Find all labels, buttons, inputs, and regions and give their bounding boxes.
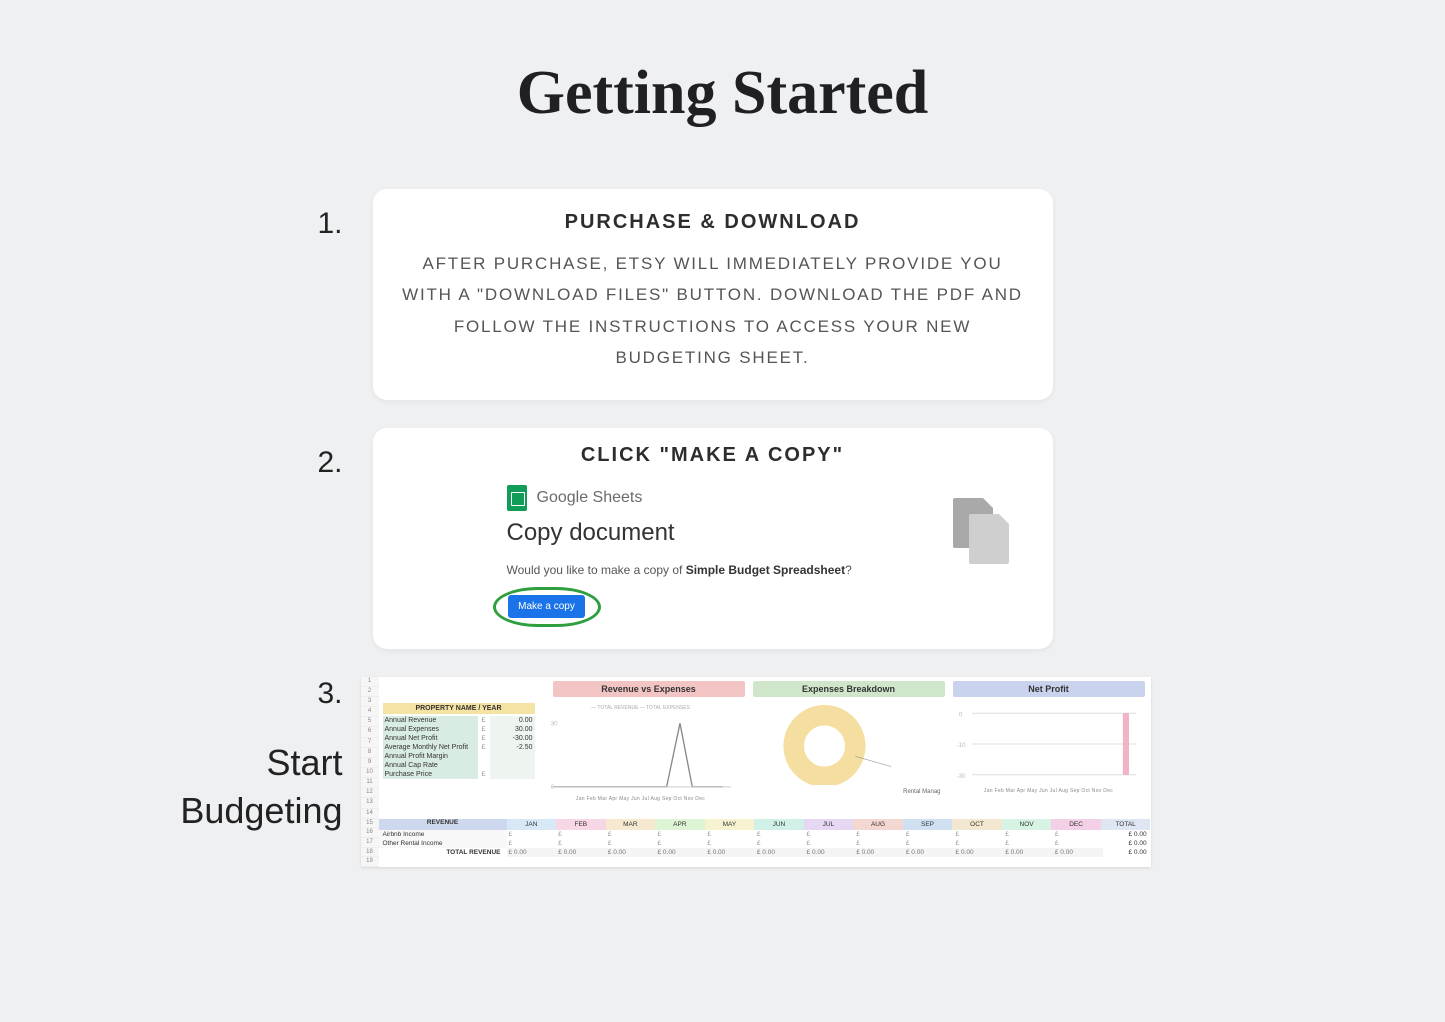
summary-table: PROPERTY NAME / YEAR Annual Revenue£0.00… — [379, 701, 539, 811]
chart-header-revenue: Revenue vs Expenses — [553, 681, 745, 697]
summary-label: Annual Revenue — [383, 716, 478, 725]
step-2-number: 2. — [273, 428, 343, 480]
document-copy-icon — [953, 498, 1013, 568]
total-revenue-row: TOTAL REVENUE£ 0.00£ 0.00£ 0.00£ 0.00£ 0… — [379, 848, 1151, 857]
expenses-breakdown-chart: Rental Manag — [743, 701, 947, 811]
summary-label: Purchase Price — [383, 770, 478, 779]
step-1-card: PURCHASE & DOWNLOAD AFTER PURCHASE, ETSY… — [373, 189, 1053, 400]
step-3-line1: Start — [173, 739, 343, 788]
svg-text:0: 0 — [958, 711, 962, 718]
step-3: 3. Start Budgeting 1234567891011121314 R… — [173, 677, 1173, 867]
step-1-body: AFTER PURCHASE, ETSY WILL IMMEDIATELY PR… — [401, 248, 1025, 374]
revenue-expenses-chart: — TOTAL REVENUE — TOTAL EXPENSES 300 Jan… — [539, 701, 743, 811]
make-copy-highlight-circle: Make a copy — [493, 587, 601, 627]
row-numbers-bottom: 1516171819 — [361, 819, 379, 867]
row-numbers: 1234567891011121314 — [361, 677, 379, 819]
step-3-label-col: 3. Start Budgeting — [173, 677, 343, 836]
step-3-number: 3. — [173, 677, 343, 711]
steps-list: 1. PURCHASE & DOWNLOAD AFTER PURCHASE, E… — [273, 189, 1173, 867]
page-title: Getting Started — [0, 58, 1445, 129]
copy-document-heading: Copy document — [507, 519, 1029, 547]
svg-text:30: 30 — [550, 720, 557, 727]
summary-label: Annual Profit Margin — [383, 752, 478, 761]
chart-header-netprofit: Net Profit — [953, 681, 1145, 697]
summary-label: Average Monthly Net Profit — [383, 743, 478, 752]
property-header: PROPERTY NAME / YEAR — [383, 703, 535, 714]
google-sheets-icon — [507, 485, 527, 511]
make-a-copy-button[interactable]: Make a copy — [508, 595, 585, 618]
svg-text:0: 0 — [550, 784, 554, 791]
step-1-number: 1. — [273, 189, 343, 241]
table-row: Other Rental Income£££££££££££££ 0.00 — [379, 839, 1151, 848]
copy-question: Would you like to make a copy of Simple … — [507, 563, 1029, 577]
chart-header-expenses: Expenses Breakdown — [753, 681, 945, 697]
net-profit-chart: 0-10-30 Jan Feb Mar Apr May Jun Jul Aug … — [947, 701, 1151, 811]
month-header-row: REVENUE JAN FEB MAR APR MAY JUN JUL AUG … — [379, 819, 1151, 830]
table-row: Airbnb Income£££££££££££££ 0.00 — [379, 830, 1151, 839]
google-sheets-label: Google Sheets — [537, 489, 643, 507]
summary-label: Annual Net Profit — [383, 734, 478, 743]
step-2-card: CLICK "MAKE A COPY" Google Sheets Copy d… — [373, 428, 1053, 649]
step-1: 1. PURCHASE & DOWNLOAD AFTER PURCHASE, E… — [273, 189, 1173, 400]
summary-label: Annual Expenses — [383, 725, 478, 734]
step-1-title: PURCHASE & DOWNLOAD — [401, 211, 1025, 234]
svg-text:-30: -30 — [956, 773, 965, 780]
step-2: 2. CLICK "MAKE A COPY" Google Sheets Cop… — [273, 428, 1173, 649]
svg-text:-10: -10 — [956, 742, 965, 749]
step-2-title: CLICK "MAKE A COPY" — [397, 444, 1029, 467]
summary-label: Annual Cap Rate — [383, 761, 478, 770]
step-3-line2: Budgeting — [173, 787, 343, 836]
spreadsheet-preview: 1234567891011121314 Revenue vs Expenses … — [361, 677, 1151, 867]
